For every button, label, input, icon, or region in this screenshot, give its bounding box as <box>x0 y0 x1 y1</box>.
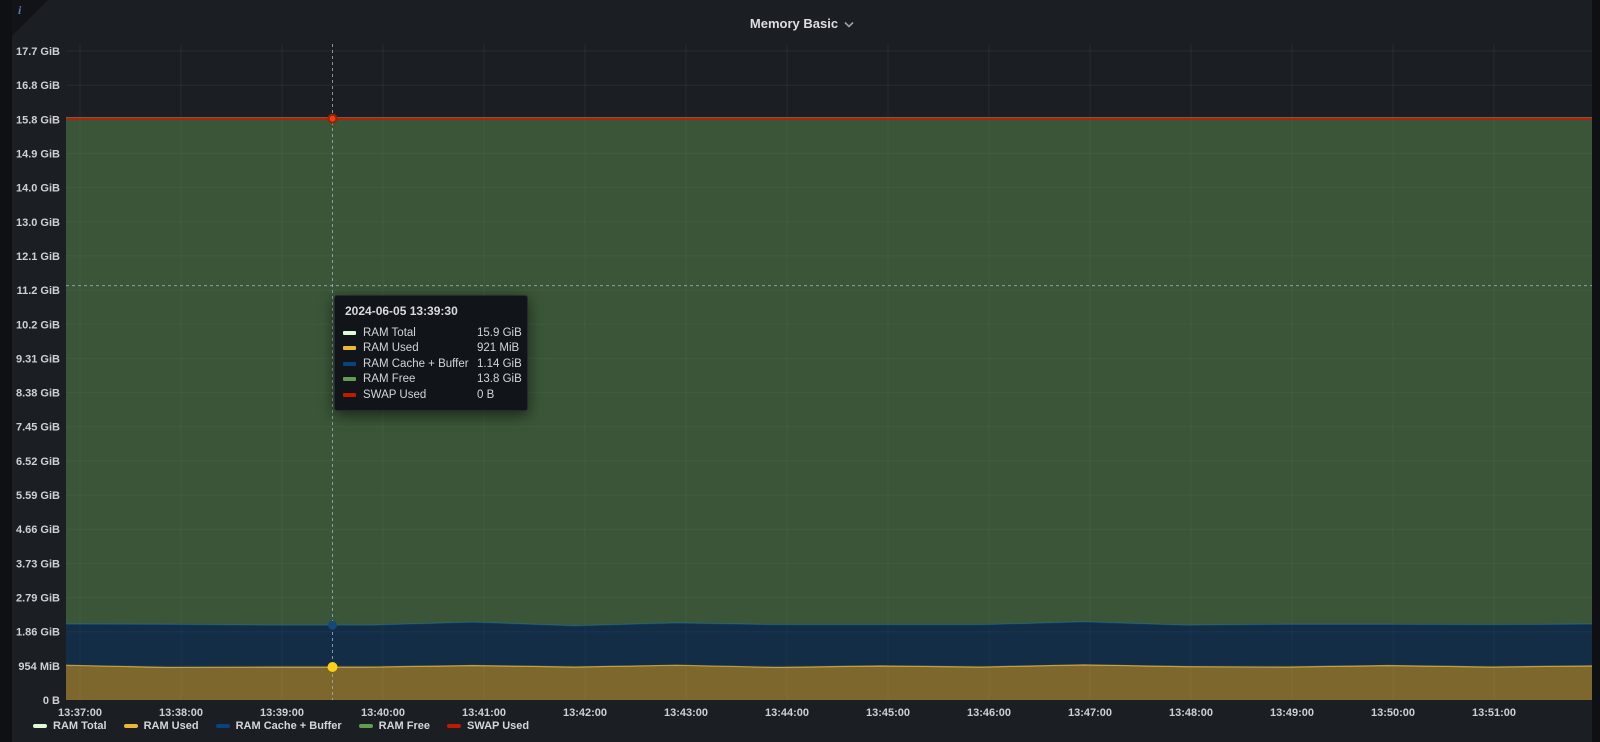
tooltip-series-value: 13.8 GiB <box>477 373 522 385</box>
legend-label: RAM Cache + Buffer <box>236 720 342 732</box>
tooltip-swatch-ram-free <box>343 377 356 381</box>
legend-label: RAM Total <box>53 720 107 732</box>
info-icon: i <box>18 3 21 18</box>
panel-header[interactable]: Memory Basic <box>12 0 1592 46</box>
legend-item-ram-free[interactable]: RAM Free <box>359 720 430 732</box>
tooltip-series-value: 1.14 GiB <box>477 358 522 370</box>
y-axis-label: 7.45 GiB <box>16 422 60 434</box>
tooltip-row-ram-total: RAM Total15.9 GiB <box>343 325 519 341</box>
area-ram-cache-buffer <box>66 622 1592 668</box>
tooltip-swatch-swap-used <box>343 393 356 397</box>
tooltip-series-value: 921 MiB <box>477 342 519 354</box>
legend-swatch-ram-total <box>33 724 47 728</box>
hover-point-ram-used <box>328 662 338 672</box>
legend-swatch-ram-used <box>124 724 138 728</box>
legend-item-ram-total[interactable]: RAM Total <box>33 720 107 732</box>
x-axis-label: 13:44:00 <box>765 707 809 719</box>
tooltip-series-name: RAM Total <box>363 327 477 339</box>
legend-item-ram-cache-buffer[interactable]: RAM Cache + Buffer <box>216 720 342 732</box>
legend-swatch-swap-used <box>447 724 461 728</box>
tooltip-swatch-ram-used <box>343 346 356 350</box>
y-axis-label: 13.0 GiB <box>16 217 60 229</box>
tooltip-series-name: SWAP Used <box>363 389 477 401</box>
chart-legend: RAM Total RAM Used RAM Cache + Buffer RAM F… <box>33 718 529 734</box>
area-ram-used <box>66 665 1592 700</box>
panel-info-corner[interactable]: i <box>12 0 48 36</box>
y-axis-label: 2.79 GiB <box>16 593 60 605</box>
tooltip-timestamp: 2024-06-05 13:39:30 <box>345 304 519 318</box>
y-axis-label: 6.52 GiB <box>16 456 60 468</box>
x-axis-label: 13:47:00 <box>1068 707 1112 719</box>
tooltip-series-value: 15.9 GiB <box>477 327 522 339</box>
tooltip-series-name: RAM Cache + Buffer <box>363 358 477 370</box>
chevron-down-icon <box>844 21 854 28</box>
y-axis-label: 4.66 GiB <box>16 524 60 536</box>
hover-point-swap-used <box>329 115 337 123</box>
hover-point-ram-cache-buffer <box>328 621 337 630</box>
tooltip-row-swap-used: SWAP Used0 B <box>343 387 519 403</box>
y-axis-label: 0 B <box>43 695 60 707</box>
page-margin-left <box>0 0 12 742</box>
tooltip-series-name: RAM Free <box>363 373 477 385</box>
x-axis-label: 13:49:00 <box>1270 707 1314 719</box>
legend-swatch-ram-cache-buffer <box>216 724 230 728</box>
tooltip-series-name: RAM Used <box>363 342 477 354</box>
y-axis-label: 3.73 GiB <box>16 558 60 570</box>
x-axis-label: 13:51:00 <box>1472 707 1516 719</box>
x-axis-label: 13:45:00 <box>866 707 910 719</box>
area-ram-free <box>66 119 1592 626</box>
y-axis-label: 17.7 GiB <box>16 46 60 58</box>
y-axis-label: 16.8 GiB <box>16 80 60 92</box>
legend-label: SWAP Used <box>467 720 529 732</box>
legend-label: RAM Free <box>379 720 430 732</box>
y-axis-label: 1.86 GiB <box>16 627 60 639</box>
tooltip-swatch-ram-cache-buffer <box>343 362 356 366</box>
y-axis-label: 10.2 GiB <box>16 319 60 331</box>
legend-item-ram-used[interactable]: RAM Used <box>124 720 199 732</box>
y-axis-label: 5.59 GiB <box>16 490 60 502</box>
memory-chart[interactable]: 0 B 954 MiB 1.86 GiB 2.79 GiB 3.73 GiB 4.66 G… <box>0 0 1600 742</box>
y-axis-label: 11.2 GiB <box>17 285 60 297</box>
y-axis-label: 954 MiB <box>18 661 60 673</box>
y-axis-label: 9.31 GiB <box>16 353 60 365</box>
x-axis-label: 13:43:00 <box>664 707 708 719</box>
y-axis-label: 8.38 GiB <box>16 388 60 400</box>
chart-tooltip: 2024-06-05 13:39:30 RAM Total15.9 GiBRAM… <box>334 295 528 411</box>
legend-label: RAM Used <box>144 720 199 732</box>
page-margin-right <box>1592 0 1600 742</box>
legend-item-swap-used[interactable]: SWAP Used <box>447 720 529 732</box>
panel-title: Memory Basic <box>750 16 838 31</box>
legend-swatch-ram-free <box>359 724 373 728</box>
x-axis-label: 13:42:00 <box>563 707 607 719</box>
y-axis-label: 14.9 GiB <box>16 149 60 161</box>
x-axis-label: 13:50:00 <box>1371 707 1415 719</box>
x-axis-label: 13:48:00 <box>1169 707 1213 719</box>
tooltip-series-value: 0 B <box>477 389 519 401</box>
tooltip-row-ram-used: RAM Used921 MiB <box>343 341 519 357</box>
tooltip-row-ram-free: RAM Free13.8 GiB <box>343 372 519 388</box>
y-axis-label: 15.8 GiB <box>16 114 60 126</box>
y-axis-label: 14.0 GiB <box>16 183 60 195</box>
tooltip-row-ram-cache-buffer: RAM Cache + Buffer1.14 GiB <box>343 356 519 372</box>
tooltip-swatch-ram-total <box>343 331 356 335</box>
x-axis-label: 13:46:00 <box>967 707 1011 719</box>
y-axis-label: 12.1 GiB <box>16 251 60 263</box>
